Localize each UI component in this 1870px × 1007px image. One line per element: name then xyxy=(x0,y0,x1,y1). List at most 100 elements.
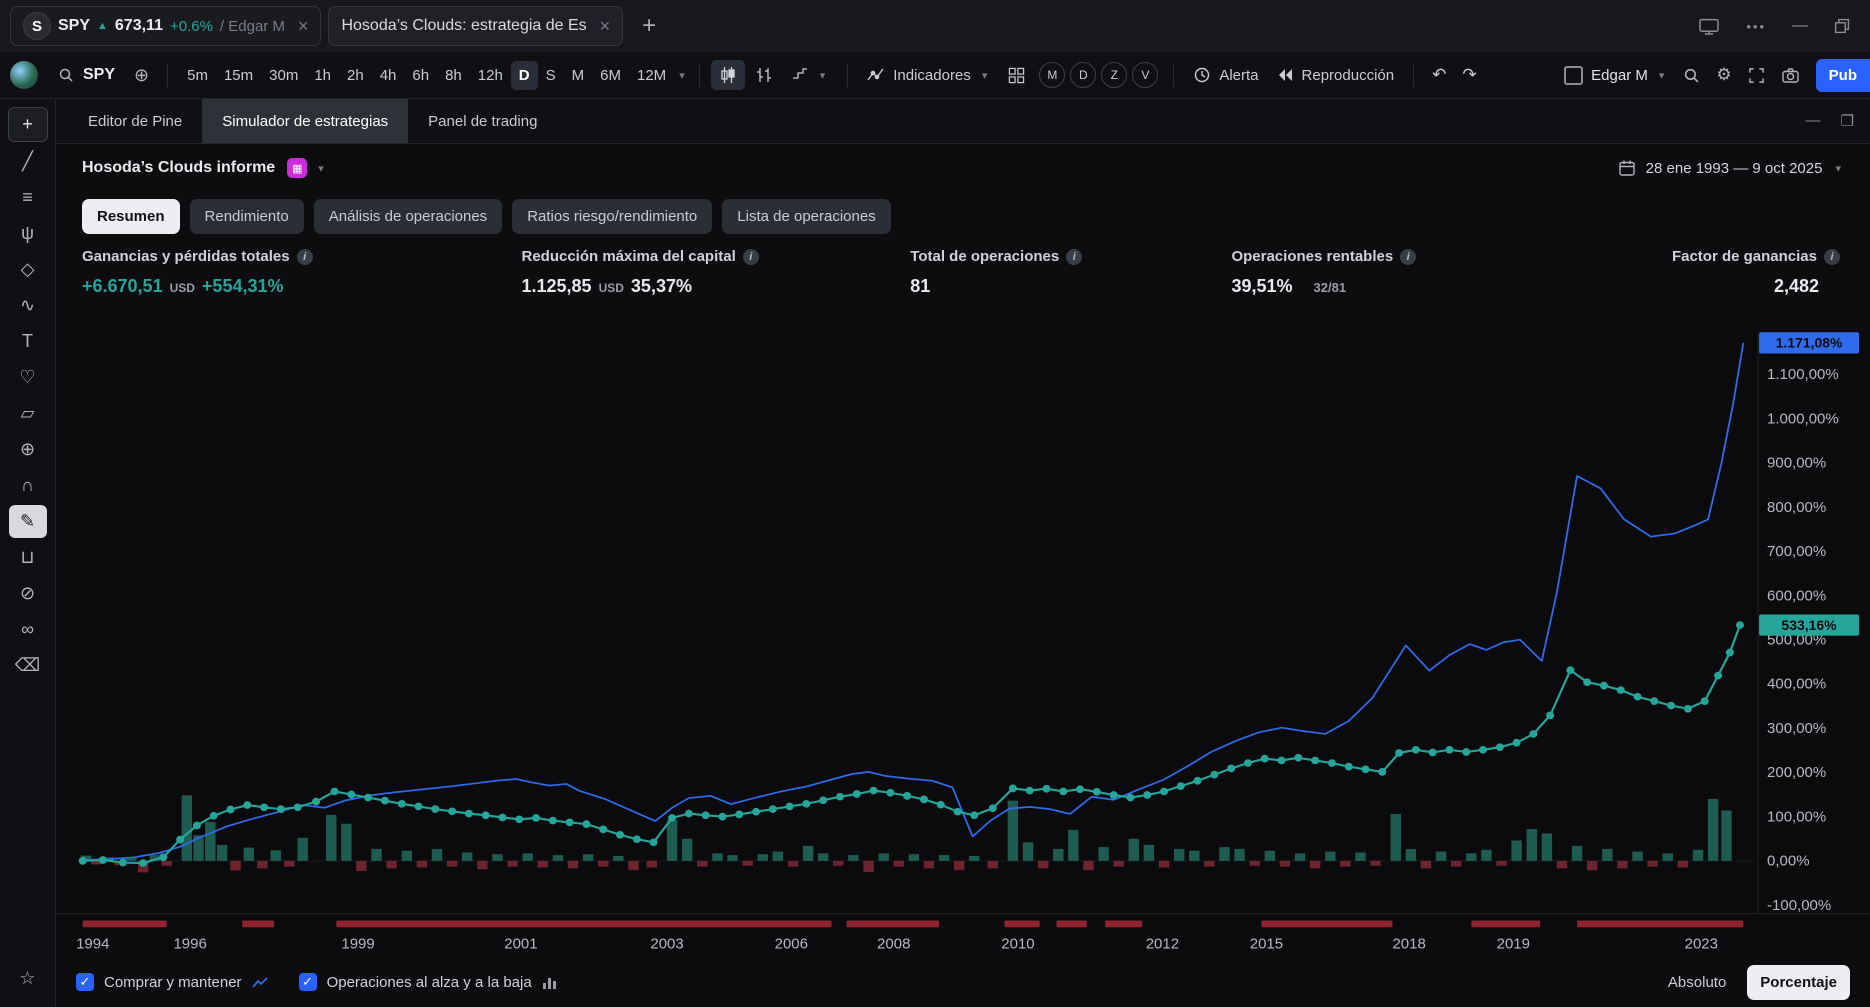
snapshot-camera-icon[interactable] xyxy=(1781,67,1800,84)
buy-hold-toggle[interactable]: ✓ Comprar y mantener xyxy=(76,973,269,991)
bar-style-button[interactable] xyxy=(747,60,781,90)
new-tab-button[interactable]: + xyxy=(642,12,656,40)
line-break-style-button[interactable]: ▾ xyxy=(783,60,837,90)
layout-letter-button[interactable]: V xyxy=(1132,62,1158,88)
drawing-tool-button[interactable]: ♡ xyxy=(9,361,47,394)
drawing-tool-button[interactable]: ⌫ xyxy=(9,649,47,682)
stat-value: 81 xyxy=(910,276,930,297)
panel-maximize-icon[interactable]: ❐ xyxy=(1841,112,1854,130)
layout-letter-button[interactable]: M xyxy=(1039,62,1065,88)
browser-tab-spy[interactable]: S SPY ▲ 673,11 +0.6% / Edgar M × xyxy=(10,6,321,46)
svg-text:2012: 2012 xyxy=(1146,937,1179,953)
timeframe-button[interactable]: 8h xyxy=(437,61,470,90)
panel-tab[interactable]: Simulador de estrategias xyxy=(202,99,408,143)
panel-tab[interactable]: Panel de trading xyxy=(408,99,557,143)
undo-button[interactable]: ↶ xyxy=(1425,61,1453,89)
quick-search-icon[interactable] xyxy=(1683,67,1700,84)
timeframe-button[interactable]: M xyxy=(564,61,593,90)
panel-minimize-icon[interactable]: — xyxy=(1806,112,1821,130)
settings-gear-icon[interactable]: ⚙ xyxy=(1716,65,1731,85)
drawing-tool-button[interactable]: ∿ xyxy=(9,289,47,322)
more-options-button[interactable]: ••• xyxy=(1746,19,1766,34)
replay-button[interactable]: Reproducción xyxy=(1269,61,1403,90)
candles-style-button[interactable] xyxy=(711,60,745,90)
timeframe-button[interactable]: 1h xyxy=(306,61,339,90)
info-icon[interactable]: i xyxy=(297,249,313,265)
layout-letter-button[interactable]: D xyxy=(1070,62,1096,88)
absolute-button[interactable]: Absoluto xyxy=(1655,965,1739,1000)
fullscreen-icon[interactable] xyxy=(1748,67,1765,84)
timeframe-button[interactable]: 30m xyxy=(261,61,306,90)
timeframe-button[interactable]: D xyxy=(511,61,538,90)
browser-tab-report[interactable]: Hosoda’s Clouds: estrategia de Es × xyxy=(328,6,623,46)
drawing-tool-button[interactable]: ▱ xyxy=(9,397,47,430)
close-tab-icon[interactable]: × xyxy=(600,16,611,37)
user-avatar[interactable] xyxy=(10,61,38,89)
panel-tab[interactable]: Editor de Pine xyxy=(68,99,202,143)
layout-menu[interactable]: Edgar M ▾ xyxy=(1564,66,1667,85)
timeframe-button[interactable]: 6h xyxy=(404,61,437,90)
drawing-tool-button[interactable]: ◇ xyxy=(9,253,47,286)
report-tab-pill[interactable]: Resumen xyxy=(82,199,180,234)
info-icon[interactable]: i xyxy=(1824,249,1840,265)
long-short-toggle[interactable]: ✓ Operaciones al alza y a la baja xyxy=(299,973,558,991)
stat-unit: USD xyxy=(599,281,624,295)
info-icon[interactable]: i xyxy=(1400,249,1416,265)
restore-window-button[interactable] xyxy=(1834,18,1850,34)
minimize-window-button[interactable]: — xyxy=(1792,17,1808,35)
report-tab-pill[interactable]: Rendimiento xyxy=(190,199,304,234)
report-tab-pill[interactable]: Análisis de operaciones xyxy=(314,199,502,234)
equity-chart-canvas[interactable]: 1994199619992001200320062008201020122015… xyxy=(56,332,1870,957)
drawing-tool-button[interactable]: ψ xyxy=(9,217,47,250)
chevron-down-icon[interactable]: ▾ xyxy=(315,162,327,175)
chevron-down-icon[interactable]: ▾ xyxy=(676,69,688,82)
layout-grid-button[interactable] xyxy=(1000,61,1033,90)
timeframe-selector: 5m15m30m1h2h4h6h8h12hDSM6M12M xyxy=(179,61,674,90)
drawing-tool-button[interactable]: T xyxy=(9,325,47,358)
percent-button[interactable]: Porcentaje xyxy=(1747,965,1850,1000)
report-tab-pill[interactable]: Lista de operaciones xyxy=(722,199,890,234)
drawing-tool-button[interactable]: ⊔ xyxy=(9,541,47,574)
stat-unit: USD xyxy=(170,281,195,295)
layout-square-icon xyxy=(1564,66,1583,85)
saved-layouts: MDZV xyxy=(1039,62,1158,88)
report-tab-pill[interactable]: Ratios riesgo/rendimiento xyxy=(512,199,712,234)
timeframe-button[interactable]: 2h xyxy=(339,61,372,90)
drawing-tool-button[interactable]: ⊕ xyxy=(9,433,47,466)
layout-letter-button[interactable]: Z xyxy=(1101,62,1127,88)
favorites-star-icon[interactable]: ☆ xyxy=(9,962,47,995)
add-symbol-icon[interactable]: ⊕ xyxy=(127,61,156,90)
timeframe-button[interactable]: 5m xyxy=(179,61,216,90)
drawing-tool-button[interactable]: ✎ xyxy=(9,505,47,538)
timeframe-button[interactable]: 15m xyxy=(216,61,261,90)
drawing-tool-button[interactable]: ∩ xyxy=(9,469,47,502)
close-tab-icon[interactable]: × xyxy=(298,16,309,37)
checkbox-checked-icon[interactable]: ✓ xyxy=(299,973,317,991)
strategy-script-icon[interactable]: ▦ xyxy=(287,158,307,178)
publish-button[interactable]: Pub xyxy=(1816,59,1870,92)
equity-chart[interactable]: 1994199619992001200320062008201020122015… xyxy=(56,332,1870,957)
divider xyxy=(699,63,700,87)
drawing-tool-button[interactable]: ≡ xyxy=(9,181,47,214)
drawing-tool-button[interactable]: + xyxy=(8,107,48,142)
timeframe-button[interactable]: 12M xyxy=(629,61,674,90)
info-icon[interactable]: i xyxy=(743,249,759,265)
drawing-tool-button[interactable]: ⊘ xyxy=(9,577,47,610)
info-icon[interactable]: i xyxy=(1066,249,1082,265)
stat-value: 39,51% xyxy=(1231,276,1292,297)
symbol-label: SPY xyxy=(83,66,115,84)
timeframe-button[interactable]: 12h xyxy=(470,61,511,90)
timeframe-button[interactable]: 4h xyxy=(372,61,405,90)
screens-icon[interactable] xyxy=(1698,17,1720,36)
date-range-picker[interactable]: 28 ene 1993 — 9 oct 2025 ▾ xyxy=(1618,159,1844,177)
symbol-search[interactable]: SPY xyxy=(48,66,125,84)
alert-button[interactable]: Alerta xyxy=(1185,60,1266,90)
indicators-button[interactable]: Indicadores ▾ xyxy=(859,61,998,90)
svg-text:2023: 2023 xyxy=(1685,937,1718,953)
drawing-tool-button[interactable]: ∞ xyxy=(9,613,47,646)
redo-button[interactable]: ↷ xyxy=(1455,61,1483,89)
timeframe-button[interactable]: 6M xyxy=(592,61,629,90)
timeframe-button[interactable]: S xyxy=(538,61,564,90)
drawing-tool-button[interactable]: ╱ xyxy=(9,145,47,178)
checkbox-checked-icon[interactable]: ✓ xyxy=(76,973,94,991)
